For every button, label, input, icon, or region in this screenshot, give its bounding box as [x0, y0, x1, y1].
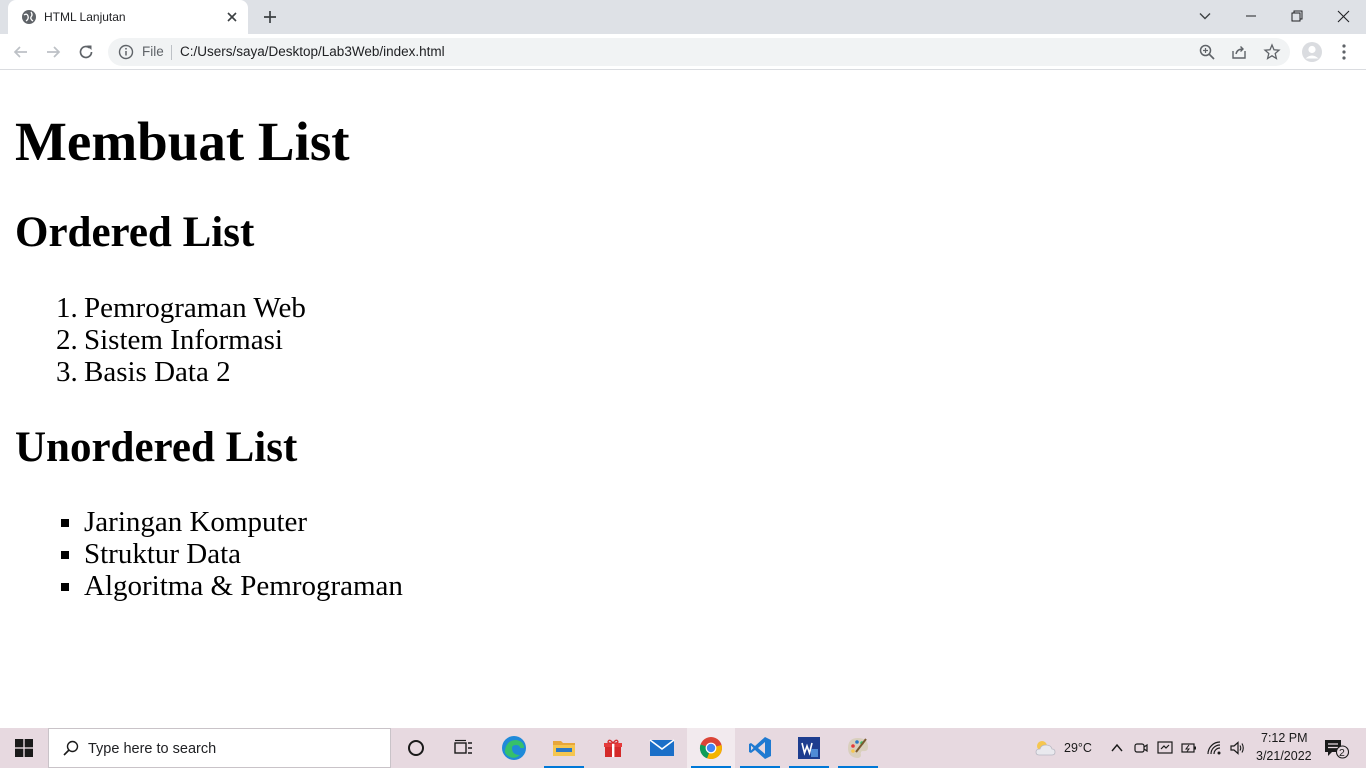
volume-speaker-icon[interactable]	[1229, 740, 1245, 756]
taskbar-edge[interactable]	[490, 728, 538, 768]
list-item-text: Sistem Informasi	[84, 324, 283, 356]
taskbar-gift-app[interactable]	[589, 728, 637, 768]
cortana-button[interactable]	[392, 728, 440, 768]
ordered-list-heading: Ordered List	[15, 209, 255, 256]
notification-count-badge: 2	[1339, 747, 1345, 759]
wifi-icon[interactable]	[1206, 740, 1222, 756]
bookmark-star-icon[interactable]	[1263, 43, 1281, 61]
list-item-text: Jaringan Komputer	[84, 506, 308, 538]
list-item-text: Struktur Data	[84, 538, 242, 570]
clock-date[interactable]: 3/21/2022	[1256, 749, 1312, 764]
word-document-icon	[798, 737, 820, 759]
minimize-button[interactable]	[1228, 0, 1274, 32]
taskbar-vscode[interactable]	[736, 728, 784, 768]
minimize-icon	[1246, 15, 1256, 17]
restore-icon	[1291, 10, 1303, 22]
clock-time[interactable]: 7:12 PM	[1261, 731, 1308, 746]
tab-search-button[interactable]	[1182, 0, 1228, 32]
profile-avatar-icon[interactable]	[1301, 41, 1323, 63]
windows-taskbar: Type here to search 29°C 7:12 PM 3/21/20…	[0, 728, 1366, 768]
close-icon	[1337, 10, 1349, 22]
chevron-down-icon	[1199, 13, 1211, 20]
more-menu-icon[interactable]	[1336, 42, 1352, 62]
square-bullet-icon	[61, 519, 69, 527]
chevron-up-icon[interactable]	[1109, 740, 1125, 756]
cortana-circle-icon	[408, 740, 424, 756]
browser-tab[interactable]: HTML Lanjutan	[8, 0, 248, 34]
close-window-button[interactable]	[1320, 0, 1366, 32]
ordered-list: 1. Pemrograman Web 2. Sistem Informasi 3…	[56, 292, 306, 388]
omnibox-divider	[171, 45, 172, 60]
paint-palette-icon	[848, 738, 868, 758]
address-bar[interactable]: File C:/Users/saya/Desktop/Lab3Web/index…	[108, 38, 1290, 66]
unordered-list: Jaringan Komputer Struktur Data Algoritm…	[61, 506, 403, 602]
list-item: 3. Basis Data 2	[56, 356, 306, 388]
taskbar-paint[interactable]	[834, 728, 882, 768]
taskbar-search-box[interactable]: Type here to search	[48, 728, 391, 768]
list-item: 2. Sistem Informasi	[56, 324, 306, 356]
list-number: 3.	[56, 356, 78, 388]
task-view-icon	[454, 739, 472, 754]
search-icon	[63, 740, 79, 756]
list-item: Jaringan Komputer	[61, 506, 403, 538]
page-title: Membuat List	[15, 111, 350, 172]
search-placeholder: Type here to search	[88, 741, 217, 757]
restore-button[interactable]	[1274, 0, 1320, 32]
taskbar-chrome[interactable]	[687, 728, 735, 768]
info-icon[interactable]	[118, 44, 134, 60]
close-tab-icon[interactable]	[223, 8, 241, 26]
globe-icon	[22, 10, 36, 24]
list-item-text: Basis Data 2	[84, 356, 231, 388]
browser-tabstrip: HTML Lanjutan	[0, 0, 1366, 34]
zoom-icon[interactable]	[1198, 43, 1216, 61]
list-item-text: Algoritma & Pemrograman	[84, 570, 403, 602]
weather-cloud-sun-icon[interactable]	[1033, 738, 1057, 758]
square-bullet-icon	[61, 583, 69, 591]
vscode-icon	[749, 737, 771, 759]
mail-icon	[649, 739, 675, 756]
square-bullet-icon	[61, 551, 69, 559]
notification-center-icon[interactable]	[1324, 738, 1350, 760]
weather-temperature[interactable]: 29°C	[1064, 741, 1092, 756]
new-tab-icon[interactable]	[259, 6, 281, 28]
taskbar-file-explorer[interactable]	[540, 728, 588, 768]
list-item-text: Pemrograman Web	[84, 292, 306, 324]
task-view-button[interactable]	[440, 728, 488, 768]
reload-icon[interactable]	[76, 42, 96, 62]
meet-now-icon[interactable]	[1133, 740, 1149, 756]
folder-icon	[553, 741, 575, 756]
forward-arrow-icon[interactable]	[43, 42, 63, 62]
taskbar-mail[interactable]	[638, 728, 686, 768]
list-number: 1.	[56, 292, 78, 324]
taskbar-word[interactable]	[785, 728, 833, 768]
chrome-browser-icon	[699, 737, 722, 760]
page-content: Membuat List Ordered List 1. Pemrograman…	[0, 71, 1366, 728]
list-item: Struktur Data	[61, 538, 403, 570]
browser-toolbar: File C:/Users/saya/Desktop/Lab3Web/index…	[0, 34, 1366, 70]
omnibox-scheme-label: File	[142, 44, 164, 59]
tab-title: HTML Lanjutan	[44, 10, 126, 24]
url-text[interactable]: C:/Users/saya/Desktop/Lab3Web/index.html	[180, 44, 445, 60]
back-arrow-icon[interactable]	[11, 42, 31, 62]
battery-icon[interactable]	[1181, 740, 1197, 756]
gift-icon	[604, 739, 622, 757]
start-button[interactable]	[0, 728, 48, 768]
tablet-mode-icon[interactable]	[1157, 740, 1173, 756]
list-item: 1. Pemrograman Web	[56, 292, 306, 324]
edge-browser-icon	[502, 736, 526, 760]
list-number: 2.	[56, 324, 78, 356]
unordered-list-heading: Unordered List	[15, 424, 298, 471]
windows-logo-icon	[15, 739, 33, 757]
list-item: Algoritma & Pemrograman	[61, 570, 403, 602]
share-icon[interactable]	[1230, 43, 1248, 61]
